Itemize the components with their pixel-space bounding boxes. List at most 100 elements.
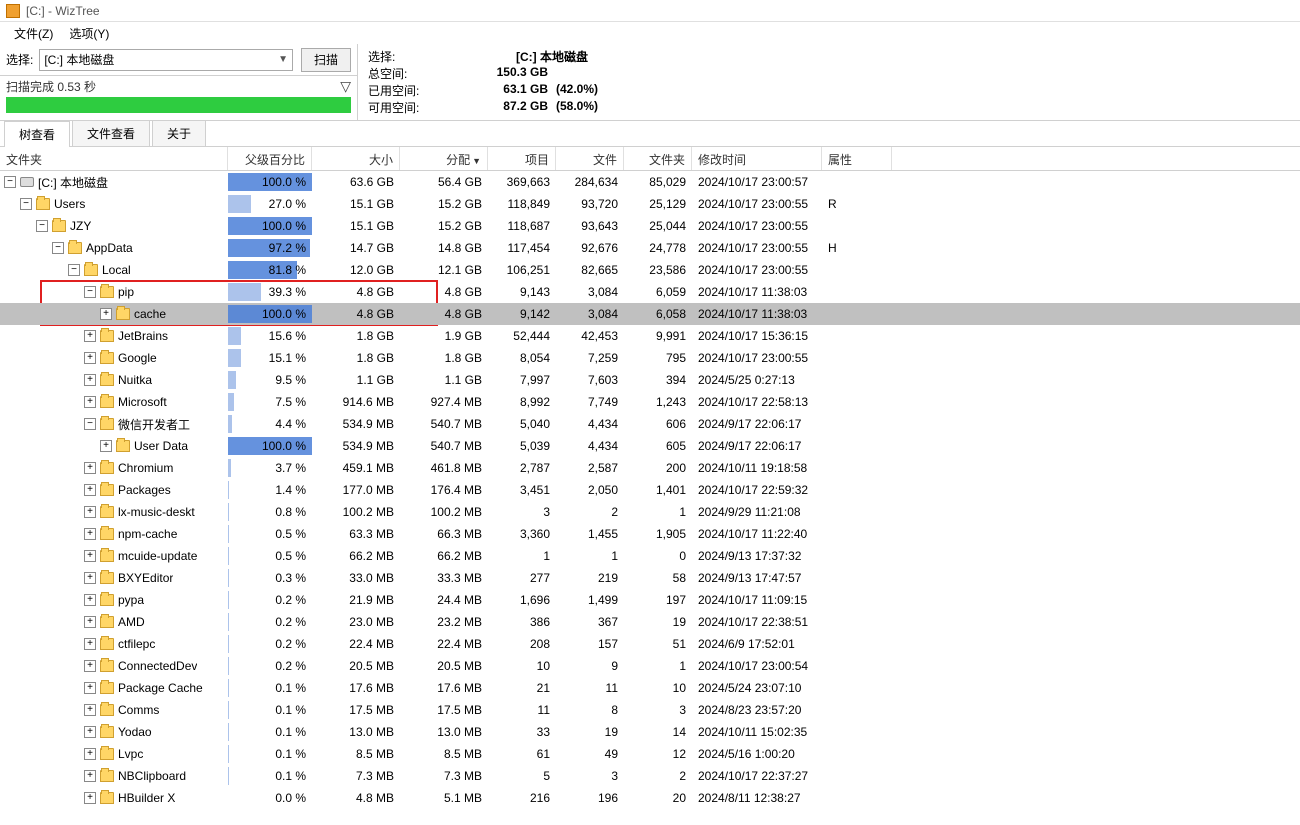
- expand-icon[interactable]: +: [84, 770, 96, 782]
- col-pct[interactable]: 父级百分比: [228, 147, 312, 170]
- expand-icon[interactable]: +: [84, 396, 96, 408]
- size-cell: 21.9 MB: [312, 593, 400, 607]
- table-row[interactable]: +NBClipboard0.1 %7.3 MB7.3 MB5322024/10/…: [0, 765, 1300, 787]
- expand-icon[interactable]: +: [84, 550, 96, 562]
- folders-cell: 6,058: [624, 307, 692, 321]
- table-row[interactable]: +User Data100.0 %534.9 MB540.7 MB5,0394,…: [0, 435, 1300, 457]
- collapse-icon[interactable]: −: [52, 242, 64, 254]
- expand-icon[interactable]: +: [84, 374, 96, 386]
- date-cell: 2024/10/11 15:02:35: [692, 725, 822, 739]
- pct-cell: 1.4 %: [228, 479, 312, 501]
- col-files[interactable]: 文件: [556, 147, 624, 170]
- expand-icon[interactable]: +: [84, 506, 96, 518]
- col-attr[interactable]: 属性: [822, 147, 892, 170]
- table-row[interactable]: +Microsoft7.5 %914.6 MB927.4 MB8,9927,74…: [0, 391, 1300, 413]
- folder-cell: +Comms: [0, 703, 228, 717]
- col-folders[interactable]: 文件夹: [624, 147, 692, 170]
- table-row[interactable]: +Packages1.4 %177.0 MB176.4 MB3,4512,050…: [0, 479, 1300, 501]
- expand-icon[interactable]: +: [84, 594, 96, 606]
- folder-cell: +pypa: [0, 593, 228, 607]
- table-row[interactable]: +HBuilder X0.0 %4.8 MB5.1 MB216196202024…: [0, 787, 1300, 809]
- table-row[interactable]: +AMD0.2 %23.0 MB23.2 MB386367192024/10/1…: [0, 611, 1300, 633]
- table-row[interactable]: −AppData97.2 %14.7 GB14.8 GB117,45492,67…: [0, 237, 1300, 259]
- pct-cell: 0.2 %: [228, 633, 312, 655]
- drive-select[interactable]: [C:] 本地磁盘 ▼: [39, 49, 293, 71]
- filter-icon[interactable]: ▽: [340, 78, 351, 95]
- table-row[interactable]: +cache100.0 %4.8 GB4.8 GB9,1423,0846,058…: [0, 303, 1300, 325]
- table-row[interactable]: −Users27.0 %15.1 GB15.2 GB118,84993,7202…: [0, 193, 1300, 215]
- folder-icon: [100, 550, 114, 562]
- expand-icon[interactable]: +: [100, 440, 112, 452]
- collapse-icon[interactable]: −: [4, 176, 16, 188]
- expand-icon[interactable]: +: [84, 682, 96, 694]
- alloc-cell: 4.8 GB: [400, 285, 488, 299]
- col-items[interactable]: 项目: [488, 147, 556, 170]
- table-row[interactable]: +Google15.1 %1.8 GB1.8 GB8,0547,25979520…: [0, 347, 1300, 369]
- col-size[interactable]: 大小: [312, 147, 400, 170]
- tab-about[interactable]: 关于: [152, 120, 206, 146]
- table-row[interactable]: −JZY100.0 %15.1 GB15.2 GB118,68793,64325…: [0, 215, 1300, 237]
- table-row[interactable]: +Yodao0.1 %13.0 MB13.0 MB3319142024/10/1…: [0, 721, 1300, 743]
- table-row[interactable]: +BXYEditor0.3 %33.0 MB33.3 MB27721958202…: [0, 567, 1300, 589]
- table-row[interactable]: +Comms0.1 %17.5 MB17.5 MB11832024/8/23 2…: [0, 699, 1300, 721]
- expand-icon[interactable]: +: [84, 792, 96, 804]
- table-row[interactable]: +ctfilepc0.2 %22.4 MB22.4 MB208157512024…: [0, 633, 1300, 655]
- alloc-cell: 540.7 MB: [400, 439, 488, 453]
- table-row[interactable]: −[C:] 本地磁盘100.0 %63.6 GB56.4 GB369,66328…: [0, 171, 1300, 193]
- collapse-icon[interactable]: −: [36, 220, 48, 232]
- size-cell: 23.0 MB: [312, 615, 400, 629]
- collapse-icon[interactable]: −: [84, 418, 96, 430]
- folder-name: Packages: [118, 483, 171, 497]
- pct-cell: 81.8 %: [228, 259, 312, 281]
- expand-icon[interactable]: +: [84, 660, 96, 672]
- collapse-icon[interactable]: −: [68, 264, 80, 276]
- col-alloc[interactable]: 分配▼: [400, 147, 488, 170]
- expand-icon[interactable]: +: [84, 330, 96, 342]
- scan-button[interactable]: 扫描: [301, 48, 351, 72]
- pct-cell: 0.1 %: [228, 677, 312, 699]
- table-row[interactable]: +pypa0.2 %21.9 MB24.4 MB1,6961,499197202…: [0, 589, 1300, 611]
- table-row[interactable]: +Chromium3.7 %459.1 MB461.8 MB2,7872,587…: [0, 457, 1300, 479]
- tree-body[interactable]: −[C:] 本地磁盘100.0 %63.6 GB56.4 GB369,66328…: [0, 171, 1300, 825]
- folder-cell: +ctfilepc: [0, 637, 228, 651]
- table-row[interactable]: +npm-cache0.5 %63.3 MB66.3 MB3,3601,4551…: [0, 523, 1300, 545]
- collapse-icon[interactable]: −: [84, 286, 96, 298]
- table-row[interactable]: +mcuide-update0.5 %66.2 MB66.2 MB1102024…: [0, 545, 1300, 567]
- folder-name: cache: [134, 307, 166, 321]
- table-row[interactable]: +Nuitka9.5 %1.1 GB1.1 GB7,9977,603394202…: [0, 369, 1300, 391]
- table-row[interactable]: +JetBrains15.6 %1.8 GB1.9 GB52,44442,453…: [0, 325, 1300, 347]
- table-row[interactable]: −Local81.8 %12.0 GB12.1 GB106,25182,6652…: [0, 259, 1300, 281]
- expand-icon[interactable]: +: [84, 704, 96, 716]
- folder-cell: +BXYEditor: [0, 571, 228, 585]
- table-row[interactable]: +lx-music-deskt0.8 %100.2 MB100.2 MB3212…: [0, 501, 1300, 523]
- expand-icon[interactable]: +: [84, 572, 96, 584]
- menu-file[interactable]: 文件(Z): [6, 23, 61, 44]
- alloc-cell: 8.5 MB: [400, 747, 488, 761]
- expand-icon[interactable]: +: [84, 352, 96, 364]
- expand-icon[interactable]: +: [84, 462, 96, 474]
- size-cell: 1.8 GB: [312, 329, 400, 343]
- expand-icon[interactable]: +: [84, 484, 96, 496]
- table-row[interactable]: +ConnectedDev0.2 %20.5 MB20.5 MB10912024…: [0, 655, 1300, 677]
- app-icon: [6, 4, 20, 18]
- expand-icon[interactable]: +: [84, 726, 96, 738]
- expand-icon[interactable]: +: [84, 638, 96, 650]
- pct-cell: 3.7 %: [228, 457, 312, 479]
- expand-icon[interactable]: +: [84, 616, 96, 628]
- folder-cell: +Yodao: [0, 725, 228, 739]
- tab-tree[interactable]: 树查看: [4, 121, 70, 147]
- col-folder[interactable]: 文件夹: [0, 147, 228, 170]
- expand-icon[interactable]: +: [84, 528, 96, 540]
- expand-icon[interactable]: +: [84, 748, 96, 760]
- table-row[interactable]: −微信开发者工4.4 %534.9 MB540.7 MB5,0404,43460…: [0, 413, 1300, 435]
- table-row[interactable]: +Lvpc0.1 %8.5 MB8.5 MB6149122024/5/16 1:…: [0, 743, 1300, 765]
- alloc-cell: 22.4 MB: [400, 637, 488, 651]
- items-cell: 11: [488, 703, 556, 717]
- collapse-icon[interactable]: −: [20, 198, 32, 210]
- table-row[interactable]: −pip39.3 %4.8 GB4.8 GB9,1433,0846,059202…: [0, 281, 1300, 303]
- expand-icon[interactable]: +: [100, 308, 112, 320]
- tab-file[interactable]: 文件查看: [72, 120, 150, 146]
- menu-options[interactable]: 选项(Y): [61, 23, 117, 44]
- table-row[interactable]: +Package Cache0.1 %17.6 MB17.6 MB2111102…: [0, 677, 1300, 699]
- col-date[interactable]: 修改时间: [692, 147, 822, 170]
